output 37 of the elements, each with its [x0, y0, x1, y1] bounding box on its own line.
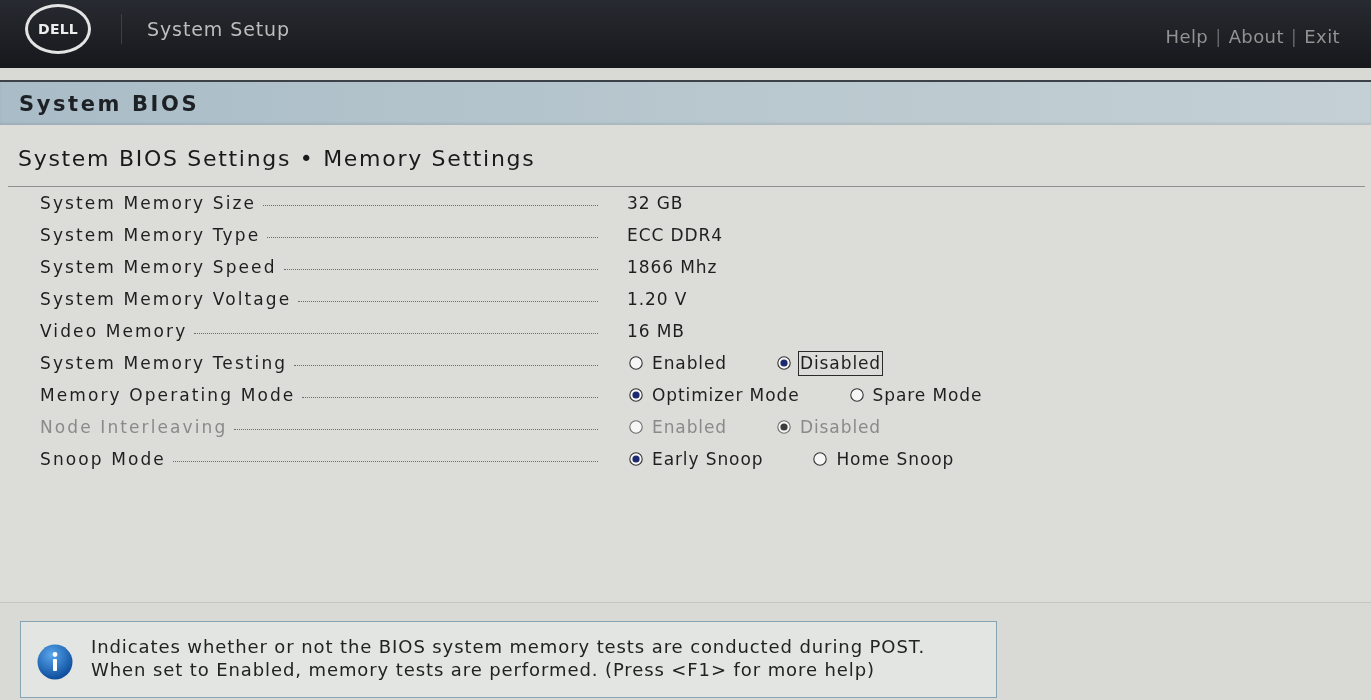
setting-value: 32 GB: [627, 192, 684, 214]
setting-label: Memory Operating Mode: [40, 384, 296, 406]
option-label[interactable]: Optimizer Mode: [650, 382, 802, 408]
setting-value: 1866 Mhz: [627, 256, 718, 278]
setting-label: Video Memory: [40, 320, 188, 342]
option-label[interactable]: Spare Mode: [870, 382, 985, 408]
section-title: System BIOS: [19, 91, 200, 116]
help-text: Indicates whether or not the BIOS system memory tests are conducted during POST. When set to Enabled, memory tests are performed. (Press <F1> for more help): [91, 634, 926, 681]
nav-separator: |: [1215, 25, 1222, 49]
nav-separator: |: [1290, 25, 1298, 49]
info-icon: [37, 643, 73, 680]
nav-link[interactable]: Exit: [1304, 25, 1340, 49]
brand-logo: DELL: [25, 4, 91, 54]
radio-button[interactable]: [777, 356, 791, 370]
option-label[interactable]: Enabled: [650, 350, 729, 376]
setting-value: 1.20 V: [627, 288, 688, 310]
option-label[interactable]: Disabled: [798, 350, 884, 376]
radio-button[interactable]: [849, 388, 864, 402]
radio-button[interactable]: [629, 388, 643, 402]
option-label[interactable]: Early Snoop: [650, 446, 766, 472]
setting-label: System Memory Size: [40, 192, 257, 214]
nav-link[interactable]: About: [1228, 25, 1284, 49]
setting-label: Node Interleaving: [40, 416, 228, 438]
radio-button[interactable]: [813, 452, 828, 466]
setting-label: Snoop Mode: [40, 448, 166, 470]
app-title: System Setup: [147, 17, 290, 41]
setting-value: ECC DDR4: [627, 224, 723, 246]
nav-link[interactable]: Help: [1165, 25, 1209, 49]
page-title: System BIOS Settings • Memory Settings: [18, 146, 536, 171]
radio-button[interactable]: [629, 356, 643, 370]
setting-label: System Memory Testing: [40, 352, 288, 374]
setting-label: System Memory Voltage: [40, 288, 292, 310]
setting-value: 16 MB: [627, 320, 685, 342]
setting-label: System Memory Speed: [40, 256, 277, 278]
radio-button[interactable]: [629, 452, 643, 466]
setting-label: System Memory Type: [40, 224, 261, 246]
option-label[interactable]: Home Snoop: [834, 446, 957, 472]
